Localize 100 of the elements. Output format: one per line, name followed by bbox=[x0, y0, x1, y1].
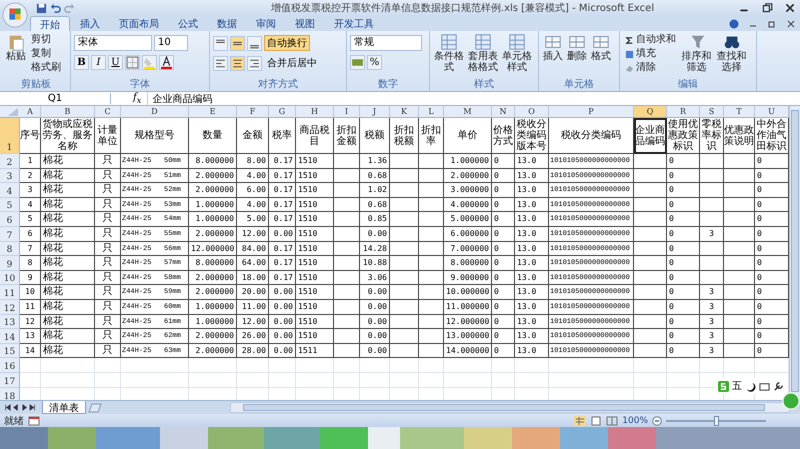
style-button[interactable]: 条件格式 bbox=[433, 33, 465, 79]
copy-button[interactable]: 复制 bbox=[29, 47, 63, 61]
close-icon[interactable] bbox=[786, 19, 796, 29]
zoom-level[interactable]: 100% bbox=[622, 416, 648, 426]
row-number[interactable]: 9 bbox=[0, 256, 20, 271]
align-center-icon[interactable] bbox=[230, 56, 245, 70]
row-number[interactable]: 7 bbox=[0, 226, 20, 242]
font-color-icon[interactable] bbox=[159, 55, 174, 70]
row-number[interactable]: 18 bbox=[0, 388, 20, 400]
fill-button[interactable]: 填充 bbox=[623, 47, 678, 61]
row-number[interactable]: 14 bbox=[0, 329, 20, 344]
font-size-field[interactable]: 10 bbox=[154, 35, 188, 51]
row-number[interactable]: 17 bbox=[0, 373, 20, 388]
column-header[interactable]: R bbox=[667, 106, 700, 117]
column-header[interactable]: L bbox=[419, 106, 444, 117]
row-number[interactable]: 5 bbox=[0, 198, 20, 212]
column-header[interactable]: K bbox=[390, 106, 419, 117]
column-header[interactable]: A bbox=[20, 106, 41, 117]
undo-icon[interactable] bbox=[50, 2, 61, 14]
horizontal-scrollbar[interactable] bbox=[230, 402, 790, 413]
wrench-icon[interactable] bbox=[773, 380, 784, 392]
sort-filter-button[interactable]: 排序和筛选 bbox=[680, 33, 713, 79]
row-number[interactable]: 12 bbox=[0, 300, 20, 315]
save-icon[interactable] bbox=[36, 2, 47, 14]
percent-button[interactable]: % bbox=[367, 55, 382, 70]
restore-icon[interactable] bbox=[767, 19, 777, 29]
row-number[interactable]: 10 bbox=[0, 270, 20, 286]
format-painter-button[interactable]: 格式刷 bbox=[29, 61, 63, 75]
moon-icon[interactable] bbox=[745, 380, 756, 392]
style-button[interactable]: 套用表格格式 bbox=[467, 33, 499, 79]
wrap-text-button[interactable]: 自动换行 bbox=[264, 35, 310, 51]
font-name-field[interactable]: 宋体 bbox=[74, 35, 152, 51]
row-number[interactable]: 3 bbox=[0, 168, 20, 184]
align-left-icon[interactable] bbox=[213, 56, 228, 70]
page-layout-icon[interactable] bbox=[590, 416, 602, 426]
align-bottom-icon[interactable] bbox=[247, 36, 262, 50]
paste-button[interactable]: 粘贴 bbox=[5, 33, 27, 79]
macro-record-icon[interactable] bbox=[28, 416, 40, 426]
style-button[interactable]: 单元格样式 bbox=[501, 33, 533, 79]
column-header[interactable]: E bbox=[189, 106, 237, 117]
row-number[interactable]: 13 bbox=[0, 314, 20, 330]
align-right-icon[interactable] bbox=[247, 56, 262, 70]
column-header[interactable]: N bbox=[492, 106, 515, 117]
sheet-tab[interactable]: 清单表 bbox=[42, 401, 86, 414]
column-header[interactable]: S bbox=[700, 106, 724, 117]
cells-button[interactable]: 删除 bbox=[566, 33, 588, 79]
input-mode-label[interactable]: 五 bbox=[732, 379, 742, 393]
zoom-out-icon[interactable] bbox=[652, 416, 662, 426]
ribbon-tab[interactable]: 数据 bbox=[208, 16, 246, 31]
column-header[interactable]: B bbox=[41, 106, 95, 117]
normal-view-icon[interactable] bbox=[574, 416, 586, 426]
border-icon[interactable] bbox=[125, 55, 140, 70]
italic-button[interactable]: I bbox=[91, 55, 106, 70]
column-header[interactable]: D bbox=[121, 106, 189, 117]
align-top-icon[interactable] bbox=[213, 36, 228, 50]
cut-button[interactable]: 剪切 bbox=[29, 33, 63, 47]
row-number[interactable]: 11 bbox=[0, 285, 20, 300]
ribbon-tab[interactable]: 开始 bbox=[30, 16, 70, 31]
column-header[interactable]: Q bbox=[634, 106, 667, 117]
vertical-scrollbar[interactable] bbox=[789, 106, 800, 400]
clear-button[interactable]: 清除 bbox=[623, 61, 678, 75]
s-logo-icon[interactable] bbox=[718, 380, 729, 392]
ribbon-tab[interactable]: 页面布局 bbox=[110, 16, 168, 31]
zoom-slider-thumb[interactable] bbox=[714, 416, 719, 426]
insert-function-button[interactable]: f$_{x}$ bbox=[127, 92, 148, 105]
cells-button[interactable]: 插入 bbox=[542, 33, 564, 79]
column-header[interactable]: J bbox=[360, 106, 390, 117]
underline-button[interactable]: U bbox=[108, 55, 123, 70]
column-header[interactable]: M bbox=[444, 106, 492, 117]
row-number[interactable]: 4 bbox=[0, 183, 20, 198]
ribbon-tab[interactable]: 审阅 bbox=[247, 16, 285, 31]
column-header[interactable]: C bbox=[95, 106, 121, 117]
find-select-button[interactable]: 查找和选择 bbox=[715, 33, 748, 79]
ribbon-tab[interactable]: 开发工具 bbox=[325, 16, 383, 31]
help-icon[interactable] bbox=[729, 19, 739, 29]
merge-center-button[interactable]: 合并后居中 bbox=[264, 55, 320, 71]
number-format-field[interactable]: 常规 bbox=[350, 35, 422, 51]
name-box[interactable]: Q1 bbox=[0, 93, 111, 104]
column-header[interactable]: I bbox=[334, 106, 360, 117]
ribbon-tab[interactable]: 公式 bbox=[169, 16, 207, 31]
row-number[interactable]: 16 bbox=[0, 358, 20, 374]
row-number[interactable]: 6 bbox=[0, 212, 20, 227]
fill-color-icon[interactable] bbox=[142, 55, 157, 70]
cells-button[interactable]: 格式 bbox=[590, 33, 612, 79]
currency-icon[interactable] bbox=[350, 55, 365, 70]
restore-icon[interactable] bbox=[761, 2, 773, 14]
row-number[interactable]: 1 bbox=[0, 118, 20, 154]
row-number[interactable]: 8 bbox=[0, 242, 20, 256]
column-header[interactable]: O bbox=[515, 106, 549, 117]
row-number[interactable]: 15 bbox=[0, 344, 20, 358]
column-header[interactable]: H bbox=[296, 106, 334, 117]
bold-button[interactable]: B bbox=[74, 55, 89, 70]
close-icon[interactable] bbox=[784, 2, 796, 14]
column-header[interactable]: T bbox=[724, 106, 755, 117]
column-header[interactable]: F bbox=[237, 106, 269, 117]
row-number[interactable]: 2 bbox=[0, 154, 20, 169]
autosum-button[interactable]: 自动求和 bbox=[623, 33, 678, 47]
column-header[interactable]: G bbox=[269, 106, 296, 117]
page-break-icon[interactable] bbox=[606, 416, 618, 426]
ribbon-tab[interactable]: 视图 bbox=[286, 16, 324, 31]
